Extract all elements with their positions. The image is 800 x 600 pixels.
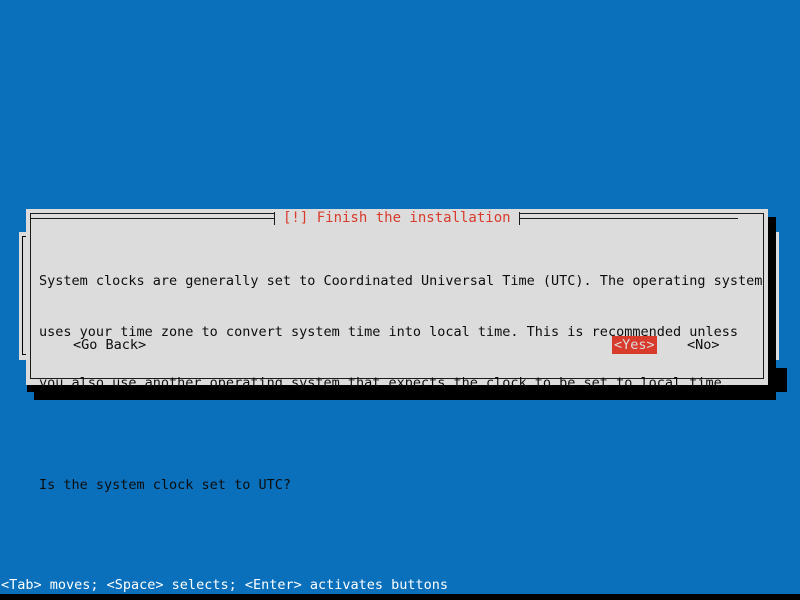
dialog-question: Is the system clock set to UTC? [39, 477, 291, 493]
go-back-button[interactable]: <Go Back> [71, 336, 148, 354]
page-title: [!] Finish the installation [275, 209, 519, 227]
help-bar: <Tab> moves; <Space> selects; <Enter> ac… [1, 577, 449, 593]
body-line-1: System clocks are generally set to Coord… [39, 273, 763, 289]
dialog-title-bar: [!] Finish the installation [30, 209, 764, 227]
title-rule-right [519, 217, 738, 219]
installer-screen: [!] Finish the installation System clock… [0, 0, 800, 600]
yes-button[interactable]: <Yes> [612, 336, 657, 354]
dialog-body-text: System clocks are generally set to Coord… [39, 239, 763, 528]
dialog-button-row: <Go Back> <Yes> <No> [26, 336, 768, 354]
title-rule-left [30, 217, 274, 219]
body-line-3: you also use another operating system th… [39, 375, 730, 391]
bottom-strip [0, 594, 800, 600]
no-button[interactable]: <No> [685, 336, 722, 354]
